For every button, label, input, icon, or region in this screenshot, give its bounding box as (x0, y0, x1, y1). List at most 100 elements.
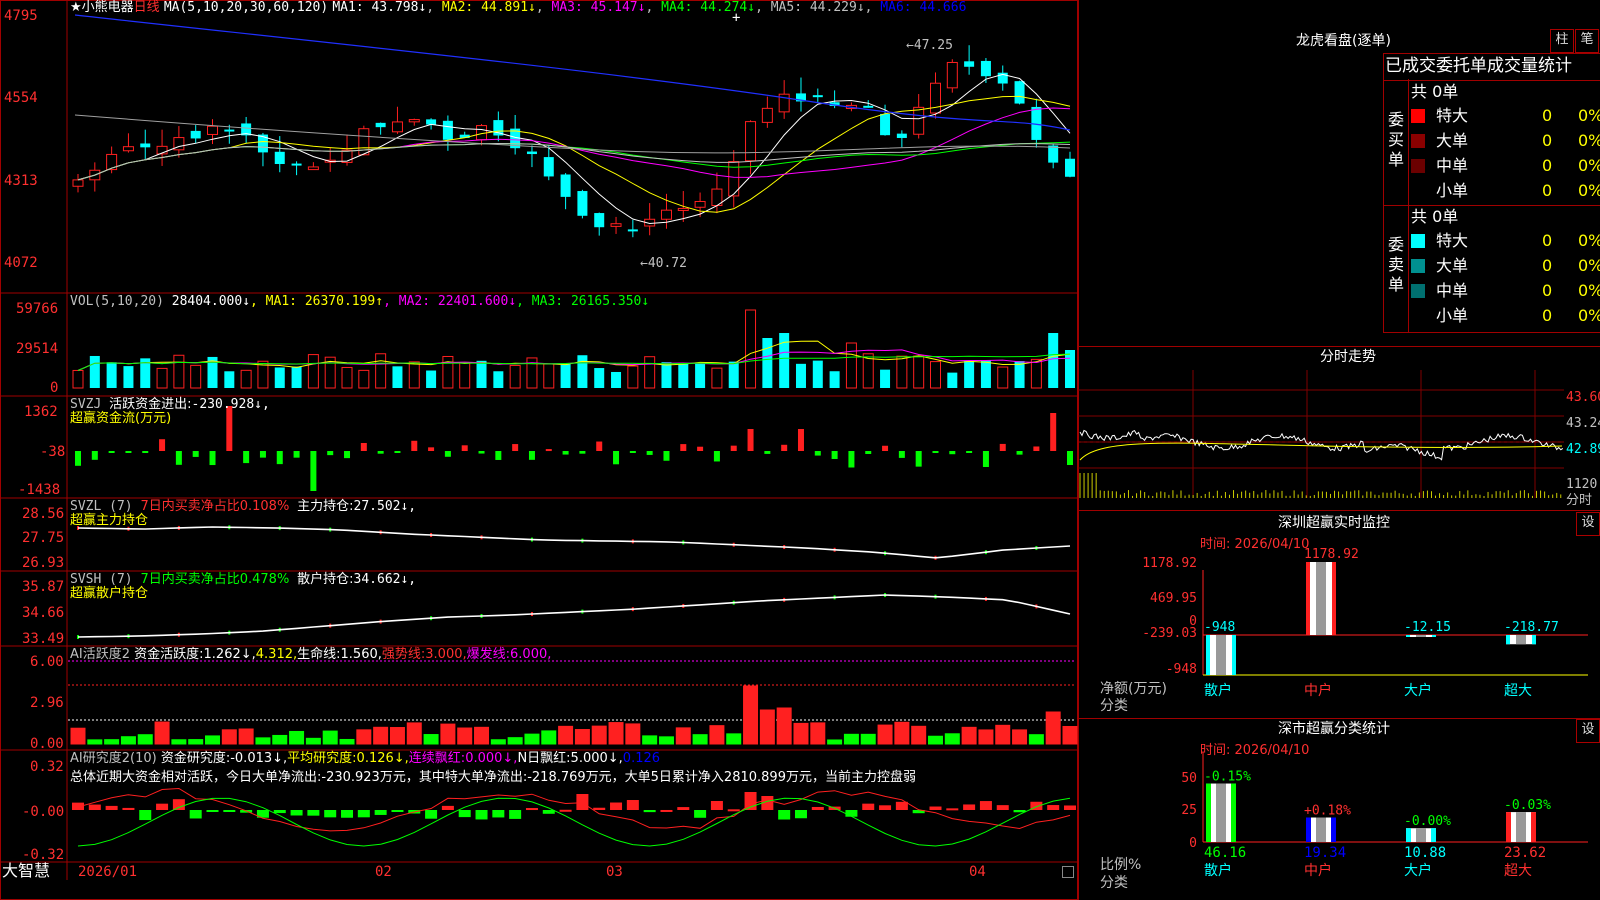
fund-flow-bar (747, 429, 754, 451)
high-price-value: 47.25 (913, 38, 953, 53)
activity-bar (591, 725, 607, 745)
separator: , (426, 0, 435, 15)
vol-header: VOL(5,10,20) 28404.000↓, MA1: 26370.199↑… (70, 295, 649, 309)
candle-body-up (946, 61, 958, 89)
stats-category: 散户 (1204, 862, 1232, 879)
n-day-red-label: N日飘红: (517, 751, 571, 766)
xaxis-label: 02 (375, 864, 392, 880)
research-bar (441, 805, 454, 810)
activity-bar (440, 723, 456, 745)
monitor-category: 散户 (1204, 682, 1232, 699)
svzj-label: 活跃资金进出: (109, 397, 192, 412)
pen-mode-button[interactable]: 笔 (1575, 29, 1599, 53)
streak-red-value: 0.000↓, (465, 751, 518, 766)
candle-body-up (694, 200, 706, 208)
favorite-star-icon[interactable]: ★ (70, 0, 82, 15)
fund-flow-bar (663, 451, 670, 461)
svzj-value: -230.928↓, (191, 397, 270, 412)
activity-bar (726, 733, 742, 745)
volume-bar (341, 366, 353, 389)
candle-body-down (577, 191, 588, 216)
monitor-unit: 净额(万元) (1100, 681, 1167, 697)
stats-settings-button[interactable]: 设 (1576, 719, 1600, 743)
lock-icon[interactable] (1062, 866, 1074, 878)
candle-body-down (980, 60, 991, 77)
activity-bar (255, 737, 271, 745)
volume-bar (156, 367, 168, 389)
activity-bar (1012, 729, 1028, 745)
svsh-title: SVSH (7) (70, 572, 133, 587)
stats-chart[interactable]: 75 50 25 0 -0.15% 46.16散户 +0.18% 19.34中户 -0.00% 1… (1078, 752, 1600, 900)
fund-flow-bar (680, 444, 687, 451)
sell-total: 共 0单 (1411, 207, 1459, 226)
trend-line (77, 526, 1071, 559)
ai1-tick: 0.00 (30, 736, 64, 752)
activity-bar (541, 730, 557, 745)
stock-name[interactable]: 小熊电器 (82, 0, 134, 15)
volume-bar (678, 363, 689, 388)
vol-tick: 0 (50, 380, 59, 396)
candle-body-up (761, 107, 773, 123)
research-bar (290, 810, 303, 816)
candle-body-up (391, 121, 403, 133)
activity-bar (776, 707, 792, 745)
svzj-subtitle: 超赢资金流(万元) (70, 411, 172, 426)
fund-flow-bar (495, 451, 502, 460)
low-price-value: 40.72 (647, 256, 687, 271)
period-label[interactable]: 日线 (134, 0, 160, 15)
candle-body-up (660, 209, 672, 220)
longhu-name: 中单 (1436, 156, 1469, 175)
svsh-tick: 33.49 (22, 631, 65, 647)
brand-logo[interactable]: 大智慧 (2, 863, 50, 879)
separator: , (535, 0, 544, 15)
activity-bar (574, 729, 590, 745)
longhu-pct: 0% (1578, 256, 1600, 275)
bar-mode-button[interactable]: 柱 (1550, 29, 1574, 53)
candle-body-down (190, 130, 201, 139)
svzl-value: 27.502↓, (353, 499, 417, 514)
low-price-label: ←40.72 (640, 256, 687, 271)
volume-bar (190, 364, 202, 389)
volume-bar (779, 333, 790, 388)
longhu-name: 特大 (1436, 231, 1469, 250)
longhu-count: 0 (1542, 281, 1553, 300)
stats-title: 深市超赢分类统计 (1278, 721, 1390, 737)
volume-bar (896, 355, 908, 389)
strong-line-value: 3.000, (425, 647, 467, 662)
monitor-settings-button[interactable]: 设 (1576, 512, 1600, 536)
research-bar (660, 809, 673, 812)
monitor-top-border (1078, 510, 1600, 511)
ai1-label: 资金活跃度: (134, 647, 204, 662)
candle-body-up (72, 179, 84, 187)
streak-red-label: 连续飘红: (408, 751, 466, 766)
ai1-header: AI活跃度2 资金活跃度:1.262↓,4.312,生命线:1.560,强势线:… (70, 648, 551, 662)
research-bar (139, 810, 152, 821)
candle-body-down (442, 120, 453, 140)
monitor-bar-edge (1332, 562, 1336, 635)
longhu-name: 小单 (1436, 181, 1469, 200)
activity-bar (759, 709, 775, 745)
research-bar (559, 809, 572, 812)
fund-flow-bar (579, 451, 586, 454)
activity-bar (389, 727, 405, 745)
volume-bar (560, 364, 571, 388)
fund-flow-bar (814, 451, 821, 456)
ai-research-chart (72, 787, 1076, 847)
research-bar (610, 802, 623, 810)
fund-flow-bar (394, 451, 401, 453)
monitor-bar-value: 1178.92 (1304, 547, 1359, 562)
vol-tick: 29514 (16, 341, 59, 357)
monitor-bar-edge (1506, 635, 1510, 645)
fund-flow-bar (209, 451, 216, 466)
ma-value: 44.274↓ (700, 0, 756, 15)
svzj-tick: -1438 (18, 482, 61, 498)
research-bar (963, 804, 976, 810)
research-bar (626, 800, 639, 810)
xaxis-label: 04 (969, 864, 986, 880)
activity-bar (339, 738, 355, 745)
activity-bar (137, 734, 153, 745)
research-bar (694, 810, 707, 818)
fund-flow-bar (982, 451, 989, 467)
research-bar (156, 803, 169, 810)
intraday-chart[interactable] (1078, 370, 1600, 510)
